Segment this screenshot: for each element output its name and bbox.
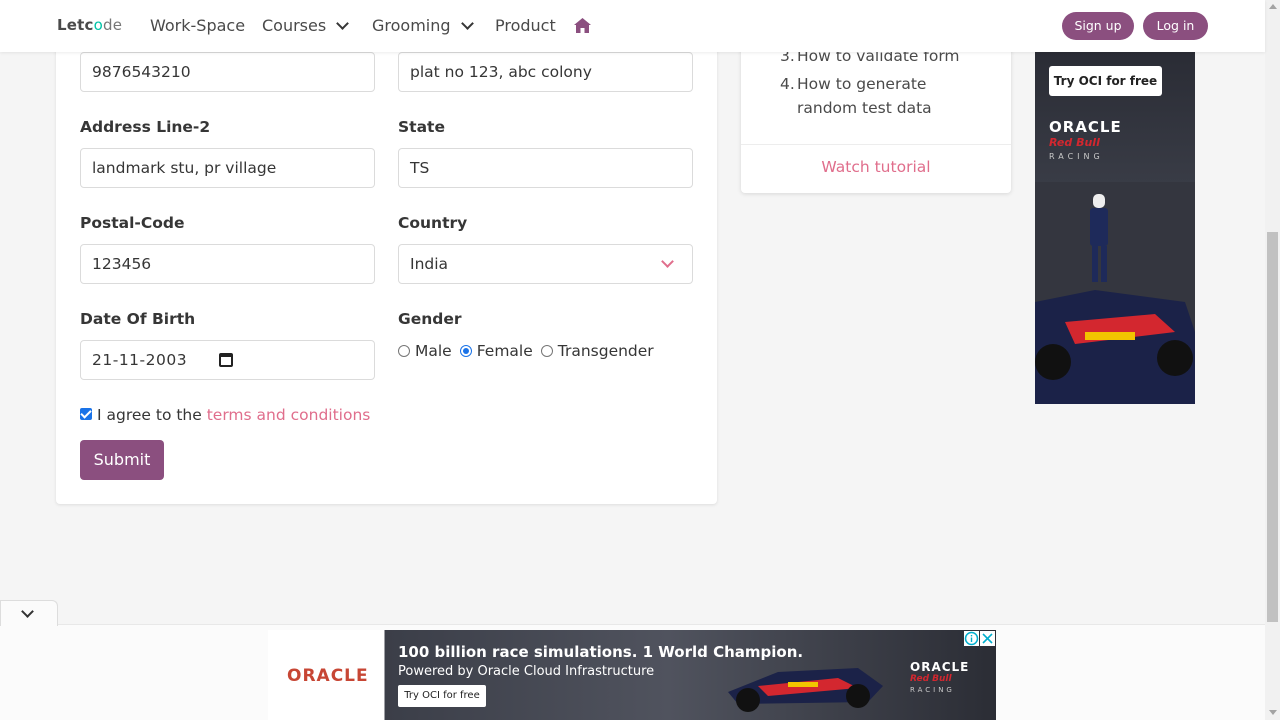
race-car-image	[1035, 182, 1195, 404]
submit-button[interactable]: Submit	[80, 440, 164, 480]
chevron-down-icon	[460, 17, 474, 30]
address-line2-label: Address Line-2	[80, 118, 211, 136]
gender-female-label: Female	[476, 342, 533, 360]
oracle-banner-ad[interactable]: ORACLE 100 billion race simulations. 1 W…	[268, 630, 996, 720]
tutorial-list: 3. How to validate form 4. How to genera…	[780, 44, 991, 124]
ad-redbull-logo: Red Bull	[910, 674, 952, 684]
top-navbar: Letcode Work-Space Courses Grooming Prod…	[0, 0, 1265, 52]
logo-text: Letc	[57, 16, 94, 34]
watch-tutorial-link[interactable]: Watch tutorial	[741, 158, 1011, 176]
gender-transgender-label: Transgender	[557, 342, 654, 360]
agree-terms-text: I agree to the terms and conditions	[97, 406, 370, 424]
list-item: 4. How to generate random test data	[780, 72, 991, 120]
nav-work-space-label: Work-Space	[150, 16, 246, 35]
home-icon[interactable]	[573, 17, 592, 34]
ad-redbull-logo: Red Bull	[1049, 136, 1100, 149]
state-label: State	[398, 118, 445, 136]
signup-button[interactable]: Sign up	[1062, 12, 1134, 40]
ad-oracle-logo: ORACLE	[1049, 118, 1122, 136]
ad-cta-button[interactable]: Try OCI for free	[1049, 66, 1162, 96]
country-select[interactable]: India	[398, 244, 693, 284]
address-line2-input[interactable]: landmark stu, pr village	[80, 148, 375, 188]
state-input[interactable]: TS	[398, 148, 693, 188]
scroll-down-arrow-icon[interactable]	[1269, 710, 1277, 715]
agree-terms-checkbox[interactable]	[80, 408, 92, 420]
race-car-image	[728, 668, 883, 712]
country-label: Country	[398, 214, 468, 232]
login-button[interactable]: Log in	[1143, 12, 1208, 40]
scroll-up-arrow-icon[interactable]	[1269, 4, 1277, 9]
nav-work-space[interactable]: Work-Space	[150, 16, 245, 35]
nav-product[interactable]: Product	[495, 16, 556, 35]
ad-oracle-logo: ORACLE	[287, 666, 369, 686]
ad-oracle-logo-2: ORACLE	[910, 660, 970, 674]
nav-courses-dropdown[interactable]: Courses	[262, 16, 350, 35]
divider	[741, 144, 1011, 145]
ad-close-icon[interactable]	[980, 631, 995, 646]
calendar-icon[interactable]	[219, 353, 233, 367]
logo-suffix: de	[102, 16, 123, 34]
chevron-down-icon	[661, 255, 674, 268]
gender-male-radio[interactable]	[398, 345, 410, 357]
dob-input[interactable]: 21-11-2003	[80, 340, 375, 380]
nav-grooming-label: Grooming	[372, 16, 451, 35]
list-item-number: 4.	[780, 75, 795, 93]
gender-female-radio[interactable]	[459, 345, 472, 357]
nav-product-label: Product	[495, 16, 556, 35]
agree-prefix: I agree to the	[97, 406, 207, 424]
address-line1-input[interactable]: plat no 123, abc colony	[398, 52, 693, 92]
ad-cta-button[interactable]: Try OCI for free	[398, 685, 486, 707]
logo-o: o	[93, 16, 103, 34]
postal-code-label: Postal-Code	[80, 214, 185, 232]
terms-link[interactable]: terms and conditions	[207, 406, 371, 424]
ad-racing-text: RACING	[1049, 152, 1104, 161]
chevron-down-icon	[21, 605, 34, 618]
ad-info-icon[interactable]	[964, 631, 979, 646]
gender-male-label: Male	[415, 342, 452, 360]
dob-label: Date Of Birth	[80, 310, 196, 328]
phone-input[interactable]: 9876543210	[80, 52, 375, 92]
gender-transgender-radio[interactable]	[540, 345, 553, 357]
letcode-logo[interactable]: Letcode	[57, 16, 122, 34]
nav-grooming-dropdown[interactable]: Grooming	[372, 16, 474, 35]
scrollbar-thumb[interactable]	[1267, 232, 1278, 622]
gender-label: Gender	[398, 310, 462, 328]
postal-code-input[interactable]: 123456	[80, 244, 375, 284]
country-select-value: India	[410, 255, 449, 273]
ad-collapse-toggle[interactable]	[0, 600, 58, 626]
chevron-down-icon	[336, 17, 350, 30]
ad-racing-text: RACING	[910, 686, 955, 694]
oracle-skyscraper-ad[interactable]: Try OCI for free ORACLE Red Bull RACING	[1035, 52, 1195, 404]
dob-value: 21-11-2003	[92, 351, 188, 369]
ad-subheadline: Powered by Oracle Cloud Infrastructure	[398, 664, 655, 679]
list-item-text: How to generate random test data	[797, 75, 932, 117]
page-scrollbar[interactable]	[1265, 0, 1280, 720]
nav-courses-label: Courses	[262, 16, 327, 35]
gender-radio-group: Male Female Transgender	[398, 342, 662, 360]
